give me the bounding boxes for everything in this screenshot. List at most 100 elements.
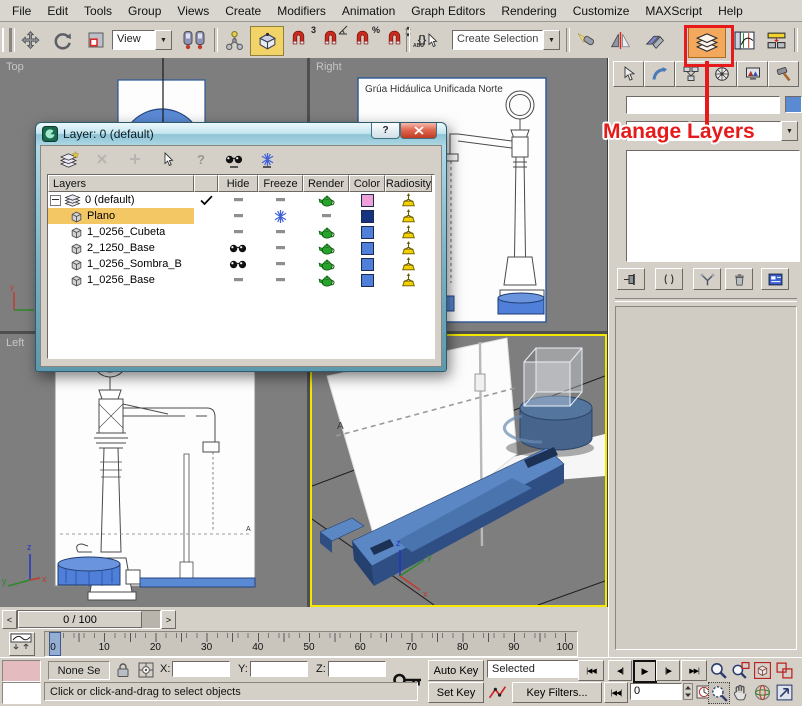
min-max-toggle-button[interactable] bbox=[774, 682, 794, 702]
delete-layer-button[interactable] bbox=[90, 149, 114, 169]
arc-rotate-button[interactable] bbox=[752, 682, 772, 702]
column-header-freeze[interactable]: Freeze bbox=[258, 175, 303, 192]
column-header-layers[interactable]: Layers bbox=[48, 175, 194, 192]
maxscript-mini-listener-pink[interactable] bbox=[2, 660, 41, 682]
selection-lock-icon[interactable] bbox=[113, 660, 133, 680]
render-cell[interactable] bbox=[303, 208, 349, 224]
go-to-end-button[interactable]: ▶▶| bbox=[681, 660, 707, 681]
close-icon[interactable] bbox=[400, 123, 437, 139]
expand-icon[interactable] bbox=[50, 195, 61, 206]
dialog-help-tool-button[interactable]: ? bbox=[189, 149, 213, 169]
layer-manager-dialog[interactable]: Layer: 0 (default) ? ? LayersHideFreezeR… bbox=[35, 122, 447, 372]
radiosity-cell[interactable] bbox=[385, 208, 432, 224]
hide-toggle-button[interactable] bbox=[222, 149, 246, 169]
menu-animation[interactable]: Animation bbox=[334, 2, 403, 20]
radiosity-cell[interactable] bbox=[385, 224, 432, 240]
freeze-cell[interactable] bbox=[258, 208, 303, 224]
go-to-key-mode-button[interactable]: |◀◀| bbox=[604, 682, 628, 703]
mirror-button[interactable] bbox=[606, 27, 634, 53]
next-frame-button[interactable]: ||▶ bbox=[656, 660, 680, 681]
z-coordinate-field[interactable] bbox=[328, 661, 386, 677]
chevron-down-icon[interactable]: ▼ bbox=[781, 121, 798, 141]
column-header-render[interactable]: Render bbox=[303, 175, 349, 192]
remove-modifier-button[interactable] bbox=[725, 268, 753, 290]
snap-toggle-button[interactable] bbox=[250, 26, 284, 56]
snaps-toggle-3-button[interactable]: 3 bbox=[288, 27, 316, 53]
set-key-button[interactable]: Set Key bbox=[428, 682, 484, 703]
reference-coordinate-dropdown[interactable]: View▼ bbox=[112, 30, 172, 50]
go-to-start-button[interactable]: |◀◀ bbox=[578, 660, 604, 681]
make-unique-button[interactable] bbox=[693, 268, 721, 290]
tab-create[interactable] bbox=[613, 61, 644, 87]
zoom-extents-all-button[interactable] bbox=[774, 660, 794, 680]
color-cell[interactable] bbox=[349, 208, 385, 224]
percent-snap-toggle-button[interactable]: % bbox=[352, 27, 380, 53]
object-color-swatch[interactable] bbox=[785, 96, 802, 113]
column-header-radiosity[interactable]: Radiosity bbox=[385, 175, 432, 192]
render-cell[interactable] bbox=[303, 192, 349, 208]
layer-row[interactable]: 1_0256_Sombra_B bbox=[48, 256, 434, 272]
viewport-left[interactable]: Left A z y x bbox=[0, 334, 307, 607]
select-and-scale-button[interactable] bbox=[82, 27, 110, 53]
current-layer-cell[interactable] bbox=[194, 272, 218, 288]
named-selection-sets-button[interactable]: {}ABC bbox=[410, 27, 446, 53]
zoom-extents-button[interactable] bbox=[752, 660, 772, 680]
schematic-view-button[interactable] bbox=[762, 27, 790, 53]
radiosity-cell[interactable] bbox=[385, 192, 432, 208]
freeze-cell[interactable] bbox=[258, 272, 303, 288]
previous-frame-button[interactable]: ◀|| bbox=[608, 660, 632, 681]
render-cell[interactable] bbox=[303, 256, 349, 272]
object-name-field[interactable] bbox=[626, 96, 780, 114]
freeze-cell[interactable] bbox=[258, 224, 303, 240]
layer-name-cell[interactable]: 1_0256_Base bbox=[48, 272, 194, 288]
menu-modifiers[interactable]: Modifiers bbox=[269, 2, 334, 20]
layer-row[interactable]: Plano bbox=[48, 208, 434, 224]
menu-help[interactable]: Help bbox=[710, 2, 751, 20]
current-layer-cell[interactable] bbox=[194, 224, 218, 240]
menu-group[interactable]: Group bbox=[120, 2, 169, 20]
menu-customize[interactable]: Customize bbox=[565, 2, 638, 20]
hide-cell[interactable] bbox=[218, 256, 258, 272]
tab-display[interactable] bbox=[737, 61, 768, 87]
current-frame-field[interactable]: 0 bbox=[630, 683, 682, 700]
zoom-all-button[interactable] bbox=[730, 660, 750, 680]
menu-views[interactable]: Views bbox=[169, 2, 217, 20]
menu-create[interactable]: Create bbox=[217, 2, 269, 20]
menu-file[interactable]: File bbox=[4, 2, 39, 20]
current-layer-cell[interactable] bbox=[194, 192, 218, 208]
default-in-out-tangents-icon[interactable] bbox=[487, 682, 507, 702]
maxscript-mini-listener-white[interactable] bbox=[2, 682, 41, 704]
time-forward-button[interactable]: > bbox=[161, 610, 176, 629]
new-layer-button[interactable] bbox=[57, 149, 81, 169]
pin-stack-button[interactable] bbox=[617, 268, 645, 290]
menu-tools[interactable]: Tools bbox=[76, 2, 120, 20]
time-slider-button[interactable]: 0 / 100 bbox=[18, 611, 142, 628]
render-cell[interactable] bbox=[303, 240, 349, 256]
hide-cell[interactable] bbox=[218, 272, 258, 288]
menu-rendering[interactable]: Rendering bbox=[493, 2, 564, 20]
select-and-move-button[interactable] bbox=[16, 27, 44, 53]
curve-editor-button[interactable] bbox=[730, 27, 758, 53]
freeze-toggle-button[interactable] bbox=[255, 149, 279, 169]
track-bar-ruler[interactable]: 0102030405060708090100 bbox=[44, 631, 578, 657]
time-back-button[interactable]: < bbox=[2, 610, 17, 629]
tab-modify[interactable] bbox=[644, 61, 675, 87]
current-layer-cell[interactable] bbox=[194, 256, 218, 272]
color-cell[interactable] bbox=[349, 192, 385, 208]
align-button[interactable] bbox=[640, 27, 668, 53]
render-cell[interactable] bbox=[303, 272, 349, 288]
mirror-modifier-buttons[interactable] bbox=[178, 27, 210, 53]
freeze-cell[interactable] bbox=[258, 256, 303, 272]
configure-modifier-sets-button[interactable] bbox=[761, 268, 789, 290]
x-coordinate-field[interactable] bbox=[172, 661, 230, 677]
hide-cell[interactable] bbox=[218, 208, 258, 224]
layer-row[interactable]: 2_1250_Base bbox=[48, 240, 434, 256]
freeze-cell[interactable] bbox=[258, 240, 303, 256]
radiosity-cell[interactable] bbox=[385, 256, 432, 272]
auto-key-button[interactable]: Auto Key bbox=[428, 660, 484, 681]
toolbar-grip[interactable] bbox=[2, 28, 11, 52]
show-end-result-button[interactable] bbox=[655, 268, 683, 290]
color-cell[interactable] bbox=[349, 240, 385, 256]
dialog-help-button[interactable]: ? bbox=[371, 123, 400, 139]
layer-row[interactable]: 1_0256_Cubeta bbox=[48, 224, 434, 240]
